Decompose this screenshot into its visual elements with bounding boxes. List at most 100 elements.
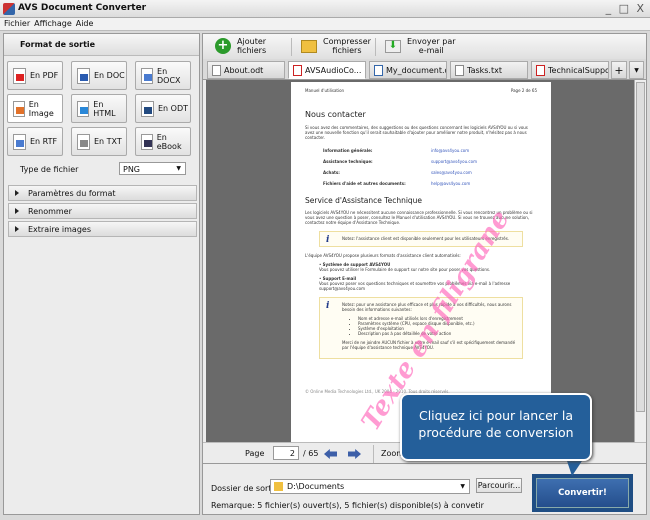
expand-arrow-icon bbox=[15, 208, 19, 214]
tab-about-odt[interactable]: About.odt bbox=[207, 61, 285, 79]
add-files-button[interactable]: + Ajouter fichiers bbox=[215, 37, 266, 55]
title-bar: AVS Document Converter _ □ X bbox=[0, 0, 650, 18]
tab-my-document[interactable]: My_document.doc bbox=[369, 61, 447, 79]
format-label: En DOCX bbox=[157, 66, 181, 85]
contact-label: Assistance technique: bbox=[323, 159, 373, 164]
page-number-input[interactable]: 2 bbox=[273, 446, 299, 460]
tooltip-callout: Cliquez ici pour lancer la procédure de … bbox=[400, 393, 592, 461]
format-icon bbox=[13, 67, 26, 84]
chevron-down-icon: ▼ bbox=[460, 483, 465, 490]
menu-aide[interactable]: Aide bbox=[76, 19, 94, 28]
contact-email-link[interactable]: help@avs4you.com bbox=[431, 181, 470, 186]
tab-technicalsupport[interactable]: TechnicalSuppor... bbox=[531, 61, 609, 79]
page-label: Page bbox=[245, 449, 265, 458]
format-button-en-pdf[interactable]: En PDF bbox=[7, 61, 63, 90]
format-label: En RTF bbox=[30, 137, 58, 146]
menu-fichier[interactable]: Fichier bbox=[4, 19, 30, 28]
contact-email-link[interactable]: support@avs4you.com bbox=[431, 159, 477, 164]
tab-label: About.odt bbox=[224, 65, 264, 75]
vertical-scrollbar[interactable] bbox=[634, 80, 646, 442]
format-label: En DOC bbox=[94, 71, 125, 80]
convert-button[interactable]: Convertir! bbox=[536, 478, 629, 508]
compress-files-button[interactable]: Compresser fichiers bbox=[301, 37, 371, 55]
file-icon bbox=[455, 64, 464, 76]
output-format-panel: Format de sortie En PDF En DOC En DOCX En I… bbox=[3, 33, 200, 515]
format-button-en-odt[interactable]: En ODT bbox=[135, 94, 191, 123]
contact-email-link[interactable]: sales@avs4you.com bbox=[431, 170, 472, 175]
output-folder-select[interactable]: D:\Documents ▼ bbox=[270, 479, 470, 494]
contact-label: Information générale: bbox=[323, 148, 373, 153]
contact-row: Assistance technique: support@avs4you.com bbox=[323, 159, 537, 164]
format-icon bbox=[77, 67, 90, 84]
header-left: Manuel d'utilisation bbox=[305, 88, 345, 93]
file-icon bbox=[212, 64, 221, 76]
tab-tasks-txt[interactable]: Tasks.txt bbox=[450, 61, 528, 79]
document-preview: Manuel d'utilisation Page 2 de 65 Nous co… bbox=[206, 80, 634, 442]
page-total: / 65 bbox=[303, 449, 319, 458]
format-button-en-ebook[interactable]: En eBook bbox=[135, 127, 191, 156]
compress-label: Compresser fichiers bbox=[323, 37, 371, 55]
format-label: En HTML bbox=[93, 99, 116, 118]
format-button-en-doc[interactable]: En DOC bbox=[71, 61, 127, 90]
folder-zip-icon bbox=[301, 39, 317, 53]
contact-row: Information générale: info@avs4you.com bbox=[323, 148, 537, 153]
format-icon bbox=[77, 133, 90, 150]
convert-button-frame: Convertir! bbox=[532, 474, 633, 512]
file-type-label: Type de fichier bbox=[20, 165, 79, 174]
window-title: AVS Document Converter bbox=[18, 3, 147, 13]
contact-list: Information générale: info@avs4you.com Ass… bbox=[305, 148, 537, 186]
divider bbox=[373, 445, 374, 463]
expand-arrow-icon bbox=[15, 226, 19, 232]
file-type-select[interactable]: PNG ▼ bbox=[119, 162, 186, 175]
menu-bar: Fichier Affichage Aide bbox=[0, 18, 650, 31]
format-button-en-html[interactable]: En HTML bbox=[71, 94, 127, 123]
section-format-params[interactable]: Paramètres du format bbox=[8, 185, 197, 201]
next-page-arrow-icon[interactable] bbox=[348, 449, 361, 459]
divider bbox=[291, 38, 292, 56]
doc-heading-contact: Nous contacter bbox=[305, 110, 366, 119]
format-button-en-docx[interactable]: En DOCX bbox=[135, 61, 191, 90]
chevron-down-icon: ▼ bbox=[176, 165, 181, 172]
send-email-button[interactable]: ⬇ Envoyer par e-mail bbox=[385, 37, 456, 55]
contact-label: Fichiers d'aide et autres documents: bbox=[323, 181, 406, 186]
document-page: Manuel d'utilisation Page 2 de 65 Nous co… bbox=[291, 82, 551, 442]
tab-label: Tasks.txt bbox=[467, 65, 502, 75]
status-remark: Remarque: 5 fichier(s) ouvert(s), 5 fich… bbox=[211, 501, 484, 510]
format-label: En PDF bbox=[30, 71, 59, 80]
tab-label: My_document.doc bbox=[386, 65, 446, 75]
section-label: Renommer bbox=[28, 207, 72, 216]
file-type-value: PNG bbox=[123, 165, 141, 174]
tab-list-dropdown[interactable]: ▼ bbox=[629, 61, 644, 79]
contact-row: Fichiers d'aide et autres documents: help… bbox=[323, 181, 537, 186]
email-label: Envoyer par e-mail bbox=[407, 37, 456, 55]
doc-heading-support: Service d'Assistance Technique bbox=[305, 196, 423, 205]
format-icon bbox=[141, 67, 154, 84]
add-tab-button[interactable]: + bbox=[611, 61, 627, 79]
tab-avsaudioco[interactable]: AVSAudioCo...✕ bbox=[288, 61, 366, 79]
format-button-en-txt[interactable]: En TXT bbox=[71, 127, 127, 156]
info-icon: i bbox=[326, 235, 330, 245]
pdf-icon bbox=[293, 64, 302, 76]
menu-affichage[interactable]: Affichage bbox=[34, 19, 72, 28]
contact-label: Achats: bbox=[323, 170, 340, 175]
section-extract-images[interactable]: Extraire images bbox=[8, 221, 197, 237]
format-button-en-image[interactable]: En Image bbox=[7, 94, 63, 123]
section-label: Extraire images bbox=[28, 225, 92, 234]
divider bbox=[375, 38, 376, 56]
browse-button[interactable]: Parcourir... bbox=[476, 478, 522, 493]
previous-page-arrow-icon[interactable] bbox=[324, 449, 337, 459]
format-label: En eBook bbox=[156, 132, 182, 151]
format-button-en-rtf[interactable]: En RTF bbox=[7, 127, 63, 156]
format-label: En TXT bbox=[94, 137, 122, 146]
section-rename[interactable]: Renommer bbox=[8, 203, 197, 219]
scrollbar-thumb[interactable] bbox=[636, 82, 645, 412]
contact-email-link[interactable]: info@avs4you.com bbox=[431, 148, 469, 153]
format-icon bbox=[141, 133, 153, 150]
window-controls[interactable]: _ □ X bbox=[606, 2, 646, 15]
plus-icon: + bbox=[215, 38, 231, 54]
info-icon: i bbox=[326, 301, 330, 311]
panel-header: Format de sortie bbox=[4, 34, 199, 56]
bullet-text: Vous pouvez poser vos questions techniqu… bbox=[319, 281, 511, 291]
page-header: Manuel d'utilisation Page 2 de 65 bbox=[305, 88, 537, 93]
pdf-icon bbox=[536, 64, 545, 76]
